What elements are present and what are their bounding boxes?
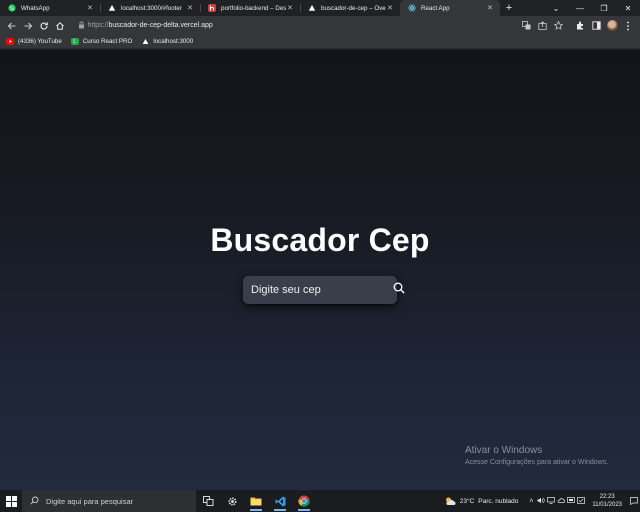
tab-title: WhatsApp <box>21 4 50 12</box>
extensions-puzzle-icon[interactable] <box>572 18 588 34</box>
profile-avatar[interactable] <box>604 18 620 34</box>
tab-localhost-footer[interactable]: localhost:3000/#footer ✕ <box>100 0 200 16</box>
bookmark-youtube[interactable]: (4336) YouTube <box>6 38 62 45</box>
vercel-triangle-icon <box>141 38 149 45</box>
chevron-up-icon[interactable]: ˄ <box>526 498 536 505</box>
close-window-icon[interactable]: ✕ <box>616 0 640 16</box>
page-viewport: Buscador Cep Ativar o Windows Acesse Con… <box>0 50 640 490</box>
bookmark-label: (4336) YouTube <box>18 38 62 45</box>
vscode-icon[interactable] <box>268 490 292 512</box>
windows-taskbar: Digite aqui para pesquisar 23°C Parc. nu… <box>0 490 640 512</box>
bookmark-curso-react-pro[interactable]: L Curso React PRO <box>70 38 133 45</box>
whatsapp-icon <box>8 4 16 12</box>
tab-title: portfolio-backend – Desk <box>221 4 286 12</box>
tab-whatsapp[interactable]: WhatsApp ✕ <box>0 0 100 16</box>
window-controls: ⌄ — ❐ ✕ <box>544 0 640 16</box>
weather-widget[interactable]: 23°C Parc. nublado <box>444 496 519 506</box>
volume-icon[interactable] <box>536 497 546 506</box>
search-icon <box>30 496 39 507</box>
browser-toolbar: https://buscador-de-cep-delta.vercel.app <box>0 16 640 35</box>
react-icon <box>408 4 416 12</box>
taskbar-search-placeholder: Digite aqui para pesquisar <box>46 496 134 506</box>
bookmark-label: localhost:3000 <box>153 38 194 45</box>
partly-cloudy-icon <box>444 496 456 506</box>
network-icon[interactable] <box>546 496 556 506</box>
vercel-triangle-icon <box>108 4 116 12</box>
back-arrow-icon[interactable] <box>4 18 20 34</box>
windows-activation-watermark: Ativar o Windows Acesse Configurações pa… <box>465 445 608 466</box>
tab-search-icon[interactable]: ⌄ <box>544 0 568 16</box>
system-tray: 23°C Parc. nublado ˄ 22:23 11/01/2023 <box>444 490 640 512</box>
page-title: Buscador Cep <box>210 222 430 258</box>
watermark-title: Ativar o Windows <box>465 445 543 456</box>
forward-arrow-icon[interactable] <box>20 18 36 34</box>
new-tab-button[interactable]: + <box>500 0 518 16</box>
watermark-subtitle: Acesse Configurações para ativar o Windo… <box>465 459 609 466</box>
close-tab-icon[interactable]: ✕ <box>186 4 194 12</box>
system-clock[interactable]: 22:23 11/01/2023 <box>592 493 622 509</box>
tray-icons: ˄ <box>526 496 586 506</box>
tab-title: localhost:3000/#footer <box>121 4 182 12</box>
home-icon[interactable] <box>52 18 68 34</box>
lock-icon[interactable] <box>78 21 88 31</box>
chrome-icon[interactable] <box>292 490 316 512</box>
weather-temperature: 23°C <box>459 497 475 505</box>
bookmark-star-icon[interactable] <box>550 18 566 34</box>
tab-react-app[interactable]: React App ✕ <box>400 0 500 16</box>
tab-portfolio-backend[interactable]: portfolio-backend – Desk ✕ <box>200 0 300 16</box>
clock-time: 22:23 <box>599 494 615 500</box>
taskbar-search-box[interactable]: Digite aqui para pesquisar <box>22 490 196 512</box>
translate-icon[interactable] <box>518 18 534 34</box>
heroku-icon <box>208 4 216 12</box>
url-scheme: https:// <box>87 22 109 29</box>
tab-title: React App <box>421 4 450 12</box>
task-view-icon[interactable] <box>196 490 220 512</box>
cep-search-box <box>243 276 405 304</box>
tab-buscador-de-cep-overview[interactable]: buscador-de-cep – Overv ✕ <box>300 0 400 16</box>
close-tab-icon[interactable]: ✕ <box>86 4 94 12</box>
bookmark-label: Curso React PRO <box>82 38 133 45</box>
toolbar-actions <box>518 18 636 34</box>
display-icon[interactable] <box>566 496 576 506</box>
side-panel-icon[interactable] <box>588 18 604 34</box>
weather-description: Parc. nublado <box>478 497 519 505</box>
clock-date: 11/01/2023 <box>592 502 622 508</box>
browser-tab-strip: WhatsApp ✕ localhost:3000/#footer ✕ port… <box>0 0 640 16</box>
course-icon: L <box>70 38 79 45</box>
address-bar[interactable]: https://buscador-de-cep-delta.vercel.app <box>74 19 519 33</box>
url-host: buscador-de-cep-delta.vercel.app <box>108 22 213 29</box>
notification-icon[interactable] <box>628 497 640 505</box>
file-explorer-icon[interactable] <box>244 490 268 512</box>
close-tab-icon[interactable]: ✕ <box>486 4 494 12</box>
bookmark-localhost[interactable]: localhost:3000 <box>141 38 193 45</box>
cep-input[interactable] <box>243 276 393 304</box>
youtube-icon <box>6 38 14 45</box>
search-icon <box>393 281 405 299</box>
reload-icon[interactable] <box>36 18 52 34</box>
restore-icon[interactable]: ❐ <box>592 0 616 16</box>
windows-start-button[interactable] <box>0 490 22 512</box>
tab-title: buscador-de-cep – Overv <box>321 4 386 12</box>
kebab-menu-icon[interactable] <box>620 18 636 34</box>
search-button[interactable] <box>393 276 405 304</box>
minimize-icon[interactable]: — <box>568 0 592 16</box>
bookmarks-bar: (4336) YouTube L Curso React PRO localho… <box>0 35 640 49</box>
close-tab-icon[interactable]: ✕ <box>386 4 394 12</box>
vercel-triangle-icon <box>308 4 316 12</box>
close-tab-icon[interactable]: ✕ <box>286 4 294 12</box>
cloud-icon[interactable] <box>556 497 566 505</box>
settings-gear-icon[interactable] <box>220 490 244 512</box>
share-icon[interactable] <box>534 18 550 34</box>
security-shield-icon[interactable] <box>576 496 586 506</box>
